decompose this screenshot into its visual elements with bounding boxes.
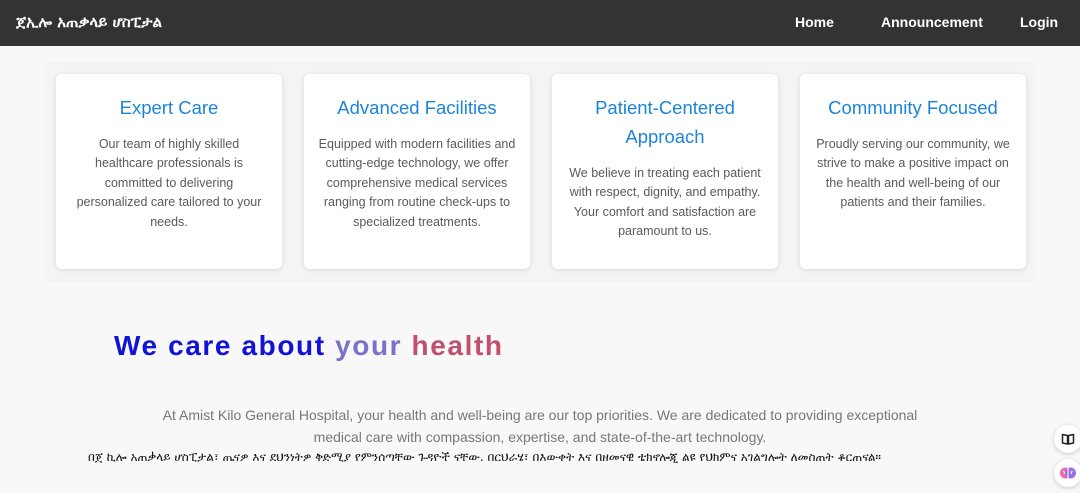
side-brain-button[interactable] bbox=[1054, 459, 1080, 487]
brand-title[interactable]: ጀኢሎ አጠቃላይ ሆስፒታል bbox=[16, 13, 162, 31]
top-navbar: ጀኢሎ አጠቃላይ ሆስፒታል Home Announcement Login bbox=[0, 0, 1080, 46]
feature-card-advanced-facilities: Advanced Facilities Equipped with modern… bbox=[304, 74, 530, 269]
feature-card-expert-care: Expert Care Our team of highly skilled h… bbox=[56, 74, 282, 269]
book-icon bbox=[1061, 433, 1075, 445]
feature-card-title: Patient-Centered Approach bbox=[595, 97, 735, 147]
feature-card-community-focused: Community Focused Proudly serving our co… bbox=[800, 74, 1026, 269]
nav-announcement-link[interactable]: Announcement bbox=[881, 14, 983, 30]
nav-login-link[interactable]: Login bbox=[1020, 14, 1058, 30]
feature-card-text: Our team of highly skilled healthcare pr… bbox=[76, 137, 262, 229]
feature-card-title: Advanced Facilities bbox=[337, 97, 497, 118]
side-book-button[interactable] bbox=[1054, 425, 1080, 453]
hero-heading-part-1: We care about bbox=[114, 330, 336, 361]
feature-card-title: Expert Care bbox=[119, 97, 219, 118]
brain-icon bbox=[1060, 467, 1076, 479]
feature-card-text: Proudly serving our community, we strive… bbox=[816, 137, 1010, 210]
feature-card-title: Community Focused bbox=[828, 97, 998, 118]
hero-description-amharic: በጀ ኪሎ አጠቃላይ ሆስፒታል፣ ጤናዎ እና ደህንነትዎ ቅድሚያ የም… bbox=[88, 450, 882, 464]
hero-heading: We care about your health bbox=[114, 330, 504, 362]
feature-card-text: We believe in treating each patient with… bbox=[569, 166, 761, 239]
feature-card-patient-centered: Patient-Centered Approach We believe in … bbox=[552, 74, 778, 269]
hero-heading-part-2: your bbox=[335, 330, 412, 361]
nav-home-link[interactable]: Home bbox=[795, 14, 834, 30]
feature-card-text: Equipped with modern facilities and cutt… bbox=[318, 137, 516, 229]
hero-description: At Amist Kilo General Hospital, your hea… bbox=[162, 407, 918, 445]
hero-heading-part-3: health bbox=[411, 330, 504, 361]
